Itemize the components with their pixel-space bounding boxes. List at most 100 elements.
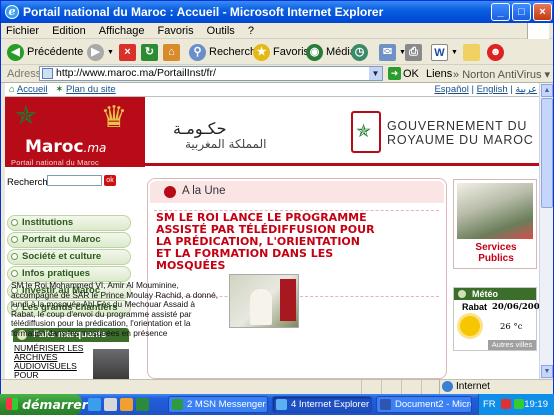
edit-button[interactable]: W ▼ [431, 42, 458, 62]
address-url: http://www.maroc.ma/PortailInst/fr/ [56, 67, 216, 79]
topnav-left: ⌂ Accueil ✶ Plan du site [9, 84, 116, 95]
messenger-button[interactable]: ☻ [487, 42, 504, 62]
home-small-icon: ⌂ [9, 84, 15, 95]
meteo-widget: Météo Rabat 20/06/2006 26 °c Autres vill… [453, 287, 539, 351]
back-label: Précédente [27, 46, 84, 58]
address-dropdown-icon[interactable]: ▼ [369, 67, 382, 80]
home-button[interactable]: ⌂ [163, 42, 180, 62]
menu-favoris[interactable]: Favoris [153, 23, 199, 39]
brand-panel[interactable]: ✯ ♛ Maroc.ma Portail national du Maroc [5, 97, 145, 167]
clock: 19:19 [524, 399, 548, 410]
print-icon: ⎙ [405, 43, 422, 61]
lang-es-link[interactable]: Español [434, 84, 468, 95]
refresh-button[interactable]: ↻ [141, 42, 158, 62]
menu-outils[interactable]: Outils [202, 23, 240, 39]
services-label: Services Publics [475, 242, 517, 264]
lang-en-link[interactable]: English [477, 84, 508, 95]
media-button[interactable]: ◉ Média [306, 42, 356, 62]
quicklaunch-desktop-icon[interactable] [104, 398, 117, 411]
go-button[interactable]: ➜ OK [388, 67, 419, 80]
king-photo[interactable] [229, 274, 299, 328]
forward-dropdown-icon[interactable]: ▼ [107, 49, 114, 56]
bullet-icon [11, 236, 18, 243]
favorites-button[interactable]: ★ Favoris [253, 42, 309, 62]
task-msn-messenger[interactable]: 2 MSN Messenger [168, 396, 268, 413]
red-bullet-icon [164, 186, 176, 198]
windows-logo-icon [527, 23, 549, 39]
language-indicator[interactable]: FR [483, 394, 496, 415]
media-icon: ◉ [306, 43, 323, 61]
quicklaunch-ie-icon[interactable] [88, 398, 101, 411]
forward-button[interactable]: ▶ ▼ [87, 42, 114, 62]
left-menu-label: Portrait du Maroc [22, 234, 101, 245]
left-menu-portrait[interactable]: Portrait du Maroc [7, 232, 131, 248]
scroll-up-icon[interactable]: ▲ [541, 84, 553, 97]
back-button[interactable]: ◀ Précédente ▼ [7, 42, 93, 62]
quicklaunch-media-icon[interactable] [120, 398, 133, 411]
star-logo-icon: ✯ [356, 121, 372, 141]
title-bar[interactable]: e Portail national du Maroc : Accueil - … [1, 1, 553, 23]
lang-ar-link[interactable]: عربية [515, 84, 537, 95]
tray-messenger-icon[interactable] [514, 399, 524, 409]
stop-button[interactable]: × [119, 42, 136, 62]
taskbar: démarrer 2 MSN Messenger 4 Internet Expl… [0, 394, 554, 415]
home-link[interactable]: Accueil [17, 84, 48, 95]
faits-link[interactable]: NUMÉRISER LES ARCHIVES AUDIOVISUELS POUR [14, 344, 89, 380]
sitemap-link[interactable]: Plan du site [66, 84, 116, 95]
other-cities-link[interactable]: Autres villes [488, 340, 536, 350]
close-button[interactable]: × [533, 3, 552, 21]
discuss-button[interactable] [463, 42, 480, 62]
history-icon: ◷ [351, 43, 368, 61]
sun-icon [460, 316, 480, 336]
maximize-button[interactable]: □ [512, 3, 531, 21]
tray-antivirus-icon[interactable] [501, 399, 511, 409]
mail-button[interactable]: ✉ ▼ [379, 42, 406, 62]
security-zone: Internet [439, 380, 549, 394]
links-button[interactable]: Liens [426, 68, 452, 80]
history-button[interactable]: ◷ [351, 42, 368, 62]
gov-logo: ✯ [351, 111, 381, 153]
left-menu-label: Institutions [22, 217, 74, 228]
address-input[interactable]: http://www.maroc.ma/PortailInst/fr/ ▼ [39, 66, 383, 81]
menu-bar: Fichier Edition Affichage Favoris Outils… [1, 23, 553, 39]
menu-fichier[interactable]: Fichier [1, 23, 44, 39]
gov-title: GOUVERNEMENT DU ROYAUME DU MAROC [387, 119, 534, 147]
address-bar: Adresse http://www.maroc.ma/PortailInst/… [1, 65, 553, 83]
site-search-input[interactable] [47, 175, 102, 186]
left-menu-societe[interactable]: Société et culture [7, 249, 131, 265]
quicklaunch-messenger-icon[interactable] [136, 398, 149, 411]
norton-antivirus-button[interactable]: » Norton AntiVirus ▾ [453, 68, 550, 81]
back-arrow-icon: ◀ [7, 43, 24, 61]
meteo-title: Météo [472, 289, 499, 299]
left-menu-institutions[interactable]: Institutions [7, 215, 131, 231]
globe-icon [442, 381, 453, 392]
print-button[interactable]: ⎙ [405, 42, 422, 62]
edit-dropdown-icon[interactable]: ▼ [451, 49, 458, 56]
photo-figure [250, 289, 272, 325]
minimize-button[interactable]: _ [491, 3, 510, 21]
royal-crest-icon: ♛ [100, 101, 128, 134]
task-word-document[interactable]: Document2 - Micros... [376, 396, 472, 413]
stop-icon: × [119, 43, 136, 61]
task-internet-explorer[interactable]: 4 Internet Explorer [272, 396, 372, 413]
word-task-icon [380, 399, 391, 410]
start-button[interactable]: démarrer [0, 394, 88, 415]
search-icon: ⚲ [189, 43, 206, 61]
meteo-city: Rabat [462, 302, 488, 312]
scroll-thumb[interactable] [541, 98, 553, 208]
menu-affichage[interactable]: Affichage [94, 23, 150, 39]
scroll-down-icon[interactable]: ▼ [541, 365, 553, 378]
vertical-scrollbar[interactable]: ▲ ▼ [539, 83, 553, 379]
menu-help[interactable]: ? [243, 23, 259, 39]
faits-image[interactable] [93, 349, 129, 379]
gov-title-line1: GOUVERNEMENT DU [387, 119, 528, 133]
status-divider [401, 380, 402, 394]
site-search-button[interactable]: ok [104, 175, 116, 186]
services-publics-block[interactable]: Services Publics [453, 179, 537, 269]
menu-edition[interactable]: Edition [47, 23, 91, 39]
window-title: Portail national du Maroc : Accueil - Mi… [23, 5, 384, 19]
une-header: A la Une [150, 181, 444, 203]
msn-icon [172, 399, 183, 410]
une-headline[interactable]: SM LE ROI LANCE LE PROGRAMME ASSISTÉ PAR… [156, 212, 376, 272]
system-tray: FR 19:19 [478, 394, 554, 415]
